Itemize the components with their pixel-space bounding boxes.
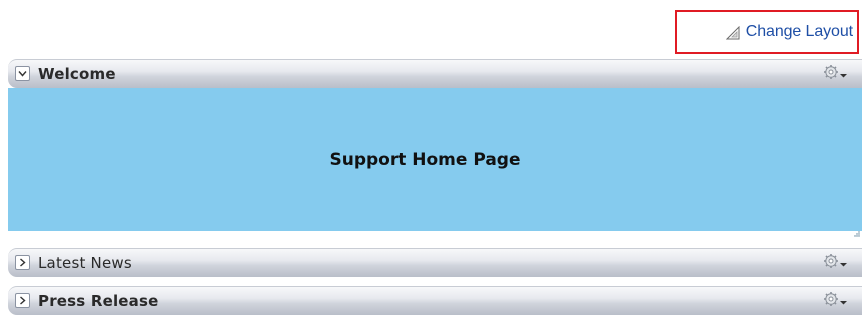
change-layout-link[interactable]: Change Layout (675, 10, 859, 54)
gear-icon (823, 64, 839, 84)
content-heading: Support Home Page (329, 149, 521, 170)
gear-icon (823, 291, 839, 311)
portlet-header: Latest News (8, 248, 862, 277)
portlet-title: Press Release (38, 292, 159, 310)
chevron-down-icon (839, 65, 848, 84)
chevron-down-icon (839, 292, 848, 311)
portlet-title: Welcome (38, 65, 116, 83)
change-layout-label: Change Layout (745, 23, 853, 40)
resize-grip-icon[interactable] (854, 222, 860, 237)
expand-toggle[interactable] (15, 255, 30, 270)
collapse-toggle[interactable] (15, 66, 30, 81)
expand-toggle[interactable] (15, 293, 30, 308)
gear-icon (823, 253, 839, 273)
chevron-down-icon (839, 254, 848, 273)
portlet-actions-button[interactable] (823, 253, 848, 273)
portlet-header: Press Release (8, 286, 862, 315)
portlet-latest-news: Latest News (8, 248, 862, 277)
portlet-title: Latest News (38, 254, 132, 272)
portlet-content: Support Home Page (8, 88, 862, 237)
portlet-welcome: Welcome Support Home Page (8, 59, 862, 237)
portlet-press-release: Press Release (8, 286, 862, 315)
triangle-ruler-icon (725, 25, 740, 40)
portlet-actions-button[interactable] (823, 64, 848, 84)
portlet-header: Welcome (8, 59, 862, 88)
portlet-actions-button[interactable] (823, 291, 848, 311)
top-bar: Change Layout (0, 0, 862, 58)
